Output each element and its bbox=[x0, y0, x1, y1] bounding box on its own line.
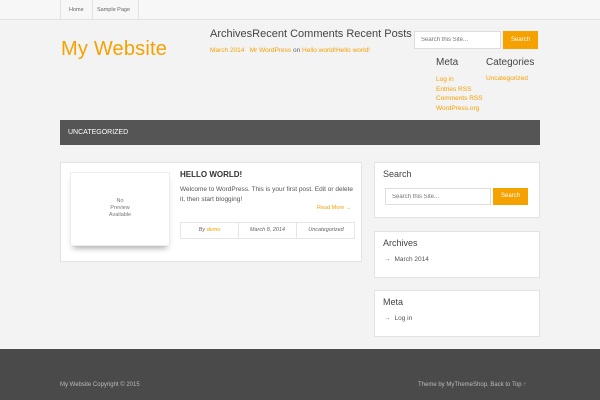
thumb-text-line: Preview bbox=[110, 205, 130, 211]
header-widget-links: March 2014 Mr WordPress on Hello world!H… bbox=[210, 47, 370, 54]
arrow-right-icon: → bbox=[384, 256, 391, 263]
post-author: By demo bbox=[181, 223, 239, 238]
footer-copyright: My Website Copyright © 2015 bbox=[60, 382, 140, 388]
header-widget-titles: ArchivesRecent Comments Recent Posts bbox=[210, 28, 412, 40]
header-recent-post-link[interactable]: Hello world! bbox=[336, 47, 370, 54]
category-title-bar: UNCATEGORIZED bbox=[60, 120, 540, 145]
header-categories-links: Uncategorized bbox=[486, 75, 528, 82]
header-meta-comments-rss-link[interactable]: Comments RSS bbox=[436, 94, 483, 104]
sidebar-meta-widget: Meta → Log in bbox=[374, 290, 540, 337]
post-date: March 8, 2014 bbox=[239, 223, 297, 238]
post-excerpt: Welcome to WordPress. This is your first… bbox=[180, 186, 354, 203]
header-meta-title: Meta bbox=[436, 57, 459, 68]
sidebar-search-widget: Search Search bbox=[374, 162, 540, 218]
header-meta-entries-rss-link[interactable]: Entries RSS bbox=[436, 85, 483, 95]
header-comment-post-link[interactable]: Hello world! bbox=[302, 47, 336, 54]
arrow-right-icon: → bbox=[384, 315, 391, 322]
post-card: No Preview Available HELLO WORLD! Welcom… bbox=[60, 162, 362, 262]
site-title[interactable]: My Website bbox=[61, 38, 167, 61]
post-thumbnail[interactable]: No Preview Available bbox=[70, 172, 170, 246]
header-category-uncategorized-link[interactable]: Uncategorized bbox=[486, 75, 528, 82]
archive-march-2014-link[interactable]: March 2014 bbox=[395, 256, 429, 263]
nav-sample-page-link[interactable]: Sample Page bbox=[89, 0, 140, 20]
header-meta-links: Log in Entries RSS Comments RSS WordPres… bbox=[436, 75, 483, 113]
header-search-input[interactable] bbox=[414, 31, 501, 49]
header-comment-author-link[interactable]: Mr WordPress bbox=[250, 47, 291, 54]
sidebar-search-title: Search bbox=[383, 169, 412, 179]
post-author-prefix: By bbox=[198, 227, 207, 233]
header-comment-on-text: on bbox=[291, 47, 303, 54]
archive-list-item: → March 2014 bbox=[384, 256, 429, 263]
header-archive-link[interactable]: March 2014 bbox=[210, 47, 244, 54]
post-meta: By demo March 8, 2014 Uncategorized bbox=[180, 222, 355, 239]
sidebar-archives-widget: Archives → March 2014 bbox=[374, 231, 540, 278]
footer-credits: Theme by MyThemeShop. Back to Top ↑ bbox=[418, 382, 526, 388]
header-search-button[interactable]: Search bbox=[503, 31, 538, 49]
header-meta-wordpress-link[interactable]: WordPress.org bbox=[436, 104, 483, 114]
nav-home-link[interactable]: Home bbox=[60, 0, 93, 20]
sidebar-search-input[interactable] bbox=[385, 188, 491, 205]
sidebar-search-button[interactable]: Search bbox=[493, 188, 528, 205]
meta-login-link[interactable]: Log in bbox=[395, 315, 413, 322]
read-more-link[interactable]: Read More → bbox=[317, 205, 351, 211]
post-author-link[interactable]: demo bbox=[207, 227, 221, 233]
site-footer: My Website Copyright © 2015 Theme by MyT… bbox=[0, 349, 600, 400]
footer-theme-text: Theme by MyThemeShop. bbox=[418, 382, 491, 388]
thumb-text-line: Available bbox=[108, 212, 132, 218]
post-category: Uncategorized bbox=[308, 227, 344, 233]
category-title: UNCATEGORIZED bbox=[68, 129, 129, 136]
thumb-text-line: No bbox=[116, 198, 124, 204]
header-categories-title: Categories bbox=[486, 57, 535, 68]
post-title-link[interactable]: HELLO WORLD! bbox=[180, 170, 242, 179]
header-meta-login-link[interactable]: Log in bbox=[436, 75, 483, 85]
sidebar-meta-title: Meta bbox=[383, 297, 404, 307]
sidebar-archives-title: Archives bbox=[383, 238, 418, 248]
top-navigation: Home Sample Page bbox=[0, 0, 600, 20]
back-to-top-link[interactable]: Back to Top ↑ bbox=[490, 382, 526, 388]
meta-list-item: → Log in bbox=[384, 315, 412, 322]
